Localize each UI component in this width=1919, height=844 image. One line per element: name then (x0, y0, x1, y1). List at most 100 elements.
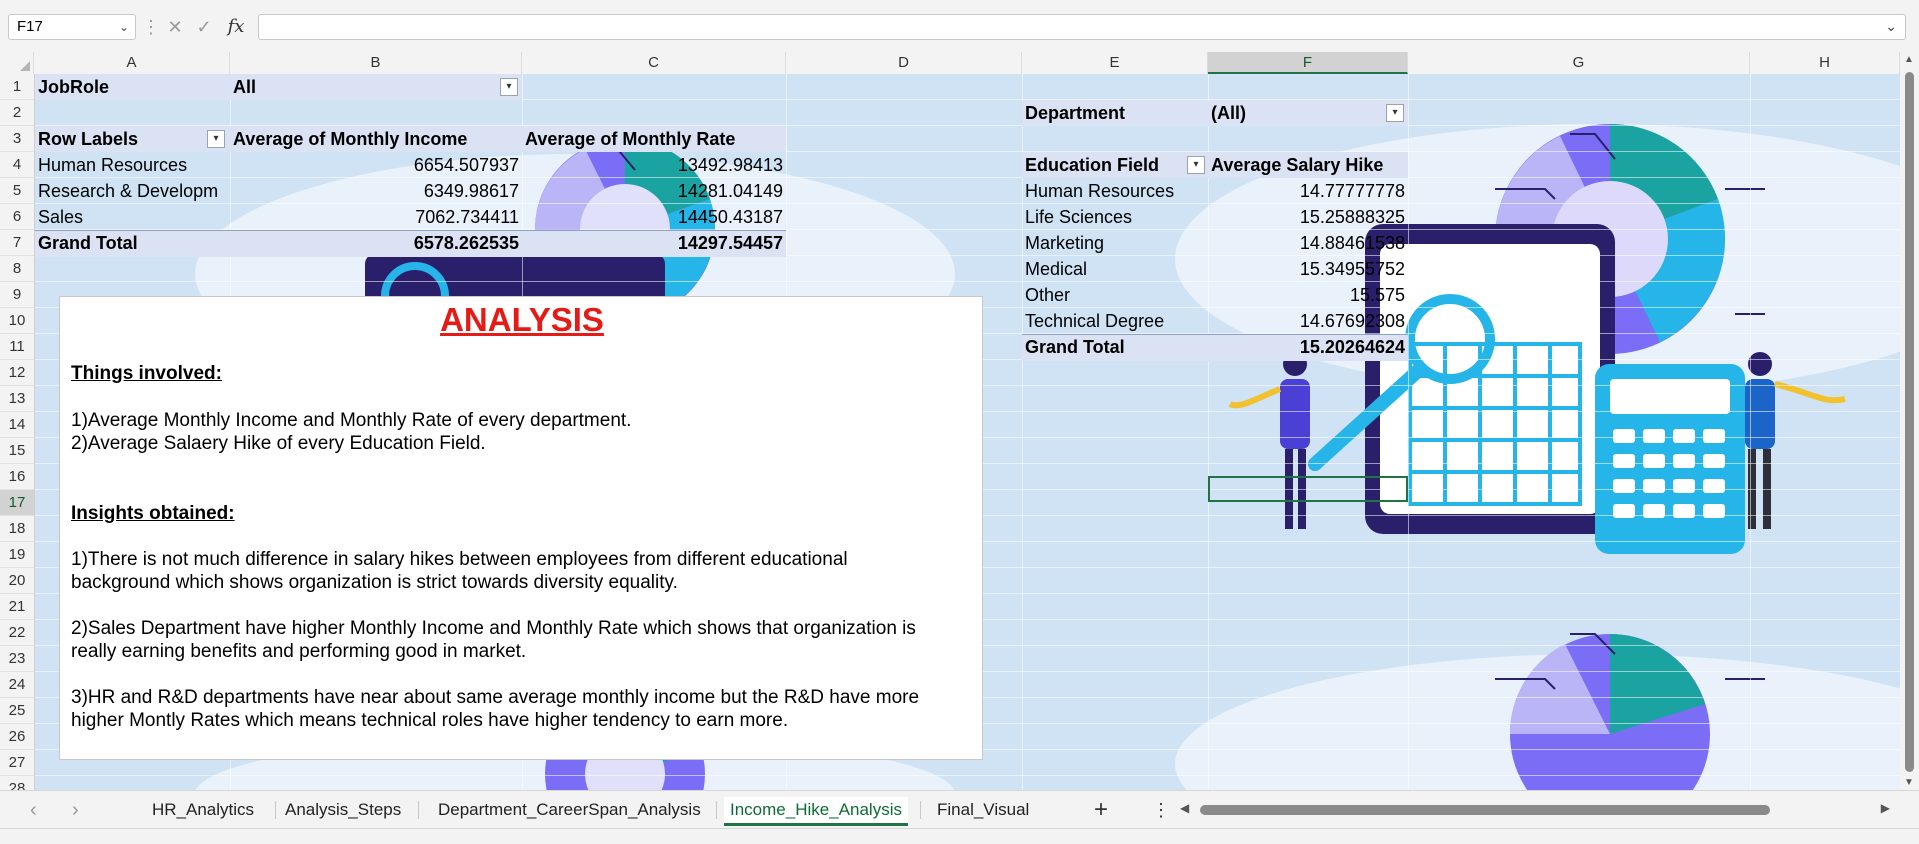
column-header-b[interactable]: B (230, 52, 522, 74)
row-header[interactable]: 2 (0, 100, 34, 126)
expand-formula-icon[interactable]: ⌄ (1885, 18, 1897, 35)
column-header-c[interactable]: C (522, 52, 786, 74)
row-header[interactable]: 13 (0, 386, 34, 412)
row-header[interactable]: 3 (0, 126, 34, 152)
vertical-scroll-thumb[interactable] (1905, 72, 1914, 772)
scroll-right-icon[interactable]: ▶ (1881, 801, 1890, 815)
row-header[interactable]: 21 (0, 594, 34, 620)
tab-separator (716, 801, 717, 819)
row-header[interactable]: 10 (0, 308, 34, 334)
tab-hr-analytics[interactable]: HR_Analytics (146, 797, 260, 823)
horizontal-scroll-thumb[interactable] (1200, 805, 1770, 815)
pivot1-row-rate[interactable]: 14450.43187 (522, 204, 786, 230)
insights-heading: Insights obtained: (71, 503, 235, 524)
column-header-e[interactable]: E (1022, 52, 1208, 74)
pivot2-row-label[interactable]: Marketing (1022, 230, 1208, 256)
column-header-g[interactable]: G (1408, 52, 1750, 74)
row-header[interactable]: 23 (0, 646, 34, 672)
row-header[interactable]: 27 (0, 750, 34, 776)
row-header[interactable]: 22 (0, 620, 34, 646)
pivot1-row-label[interactable]: Human Resources (35, 152, 230, 178)
pivot1-row-income[interactable]: 6349.98617 (230, 178, 522, 204)
worksheet-grid[interactable]: JobRole All ▾ Row Labels ▾ Average of Mo… (35, 74, 1900, 790)
row-header[interactable]: 12 (0, 360, 34, 386)
pivot1-total-rate[interactable]: 14297.54457 (522, 230, 786, 256)
pivot2-row-hike[interactable]: 14.88461538 (1208, 230, 1408, 256)
formula-input[interactable]: ⌄ (258, 14, 1906, 40)
pivot1-total-label[interactable]: Grand Total (35, 230, 230, 256)
row-header[interactable]: 7 (0, 230, 34, 256)
row-header[interactable]: 17 (0, 490, 34, 516)
pivot1-row-income[interactable]: 7062.734411 (230, 204, 522, 230)
pivot2-filter-value[interactable]: (All) (1208, 100, 1378, 126)
pivot1-filter-value[interactable]: All (230, 74, 490, 100)
selected-cell-f17[interactable] (1208, 476, 1408, 502)
row-header[interactable]: 14 (0, 412, 34, 438)
row-header[interactable]: 4 (0, 152, 34, 178)
horizontal-scrollbar[interactable]: ◀ ▶ (1180, 801, 1890, 817)
pivot2-row-hike[interactable]: 14.67692308 (1208, 308, 1408, 334)
tab-final-visual[interactable]: Final_Visual (931, 797, 1035, 823)
prev-sheet-icon[interactable]: ‹ (30, 791, 37, 829)
row-header[interactable]: 19 (0, 542, 34, 568)
pivot1-row-label[interactable]: Research & Developm (35, 178, 230, 204)
pivot1-row-labels-filter-icon[interactable]: ▾ (207, 130, 225, 148)
select-all-corner[interactable] (0, 52, 34, 74)
cancel-icon[interactable]: ✕ (164, 14, 186, 40)
tab-income-hike-analysis[interactable]: Income_Hike_Analysis (724, 797, 908, 826)
pivot1-row-rate[interactable]: 14281.04149 (522, 178, 786, 204)
chevron-down-icon[interactable]: ⌄ (119, 15, 129, 39)
next-sheet-icon[interactable]: › (72, 791, 79, 829)
pivot2-row-label[interactable]: Technical Degree (1022, 308, 1208, 334)
tab-analysis-steps[interactable]: Analysis_Steps (279, 797, 407, 823)
row-header[interactable]: 8 (0, 256, 34, 282)
row-header[interactable]: 9 (0, 282, 34, 308)
pivot2-row-label[interactable]: Medical (1022, 256, 1208, 282)
column-header-h[interactable]: H (1750, 52, 1900, 74)
column-header-f[interactable]: F (1208, 52, 1408, 74)
enter-check-icon[interactable]: ✓ (192, 14, 216, 40)
pivot2-total-label[interactable]: Grand Total (1022, 334, 1208, 360)
row-header[interactable]: 25 (0, 698, 34, 724)
column-header-a[interactable]: A (34, 52, 230, 74)
more-options-icon[interactable]: ⋮ (142, 14, 160, 40)
scroll-up-icon[interactable]: ▲ (1904, 54, 1914, 65)
pivot1-filter-dropdown-icon[interactable]: ▾ (500, 78, 518, 96)
pivot2-row-hike[interactable]: 15.34955752 (1208, 256, 1408, 282)
row-header[interactable]: 11 (0, 334, 34, 360)
row-header[interactable]: 5 (0, 178, 34, 204)
row-header[interactable]: 1 (0, 74, 34, 100)
scroll-left-icon[interactable]: ◀ (1180, 801, 1189, 815)
pivot1-row-income[interactable]: 6654.507937 (230, 152, 522, 178)
column-header-d[interactable]: D (786, 52, 1022, 74)
pivot2-row-label[interactable]: Life Sciences (1022, 204, 1208, 230)
pivot2-total-hike[interactable]: 15.20264624 (1208, 334, 1408, 360)
pivot2-field-filter-icon[interactable]: ▾ (1187, 156, 1205, 174)
pivot1-row-label[interactable]: Sales (35, 204, 230, 230)
pivot2-row-hike[interactable]: 15.25888325 (1208, 204, 1408, 230)
row-header[interactable]: 6 (0, 204, 34, 230)
pivot1-row-rate[interactable]: 13492.98413 (522, 152, 786, 178)
vertical-scrollbar[interactable]: ▲ ▼ (1900, 52, 1919, 790)
column-headers: A B C D E F G H (0, 52, 1900, 75)
pivot1-total-income[interactable]: 6578.262535 (230, 230, 522, 256)
row-header[interactable]: 15 (0, 438, 34, 464)
insert-function-icon[interactable]: fx (222, 14, 250, 40)
pivot2-row-label[interactable]: Human Resources (1022, 178, 1208, 204)
pivot2-filter-dropdown-icon[interactable]: ▾ (1386, 104, 1404, 122)
name-box[interactable]: F17 ⌄ (8, 14, 136, 40)
row-header[interactable]: 26 (0, 724, 34, 750)
analysis-textbox[interactable]: ANALYSIS Things involved: 1)Average Mont… (59, 296, 983, 760)
pivot2-row-hike[interactable]: 14.77777778 (1208, 178, 1408, 204)
row-header[interactable]: 18 (0, 516, 34, 542)
scroll-down-icon[interactable]: ▼ (1904, 777, 1914, 788)
tab-department-careerspan-analysis[interactable]: Department_CareerSpan_Analysis (432, 797, 707, 823)
row-header[interactable]: 16 (0, 464, 34, 490)
row-header[interactable]: 20 (0, 568, 34, 594)
more-sheets-icon[interactable]: ⋮ (1152, 791, 1170, 829)
row-header[interactable]: 24 (0, 672, 34, 698)
pivot2-row-label[interactable]: Other (1022, 282, 1208, 308)
pivot2-row-hike[interactable]: 15.575 (1208, 282, 1408, 308)
grid-line (35, 281, 1900, 282)
add-sheet-button[interactable]: + (1094, 791, 1108, 829)
